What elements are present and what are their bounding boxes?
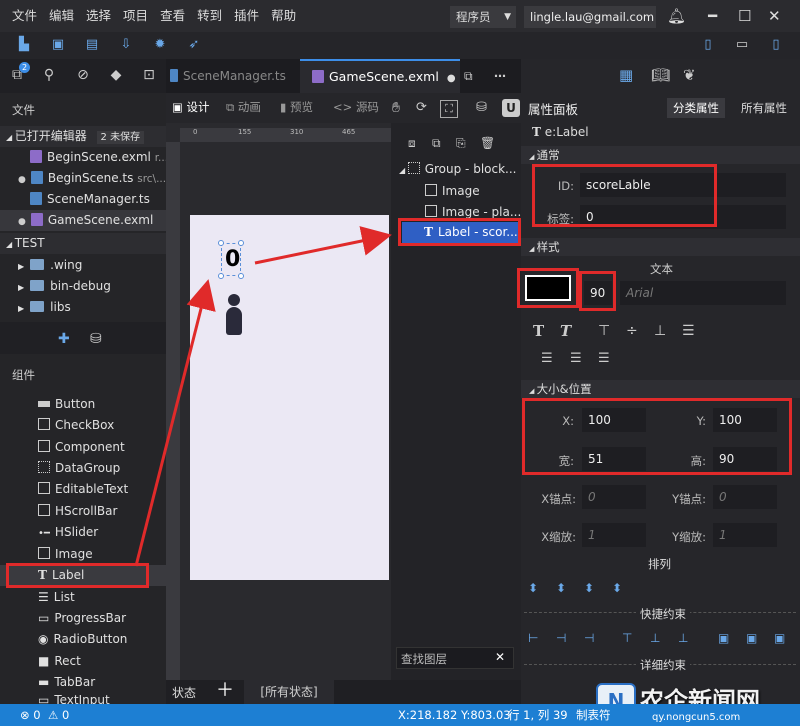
warning-status[interactable]: ⚠ 0 <box>48 704 69 726</box>
arrow-canvas-to-layer <box>254 226 392 265</box>
arrow-component-to-canvas <box>134 279 216 567</box>
warning-icon: ⚠ <box>48 708 59 722</box>
line-col[interactable]: 行 1, 列 39 <box>508 704 568 726</box>
annotation-arrows <box>134 226 392 567</box>
tab-size[interactable]: 制表符 <box>576 704 611 726</box>
watermark-url: qy.nongcun5.com <box>652 712 741 723</box>
cursor-coords: X:218.182 Y:803.03 <box>398 708 511 722</box>
error-icon: ⊗ <box>20 708 30 722</box>
error-status[interactable]: ⊗ 0 <box>20 704 41 726</box>
error-count: 0 <box>33 708 41 722</box>
warning-count: 0 <box>61 708 70 722</box>
